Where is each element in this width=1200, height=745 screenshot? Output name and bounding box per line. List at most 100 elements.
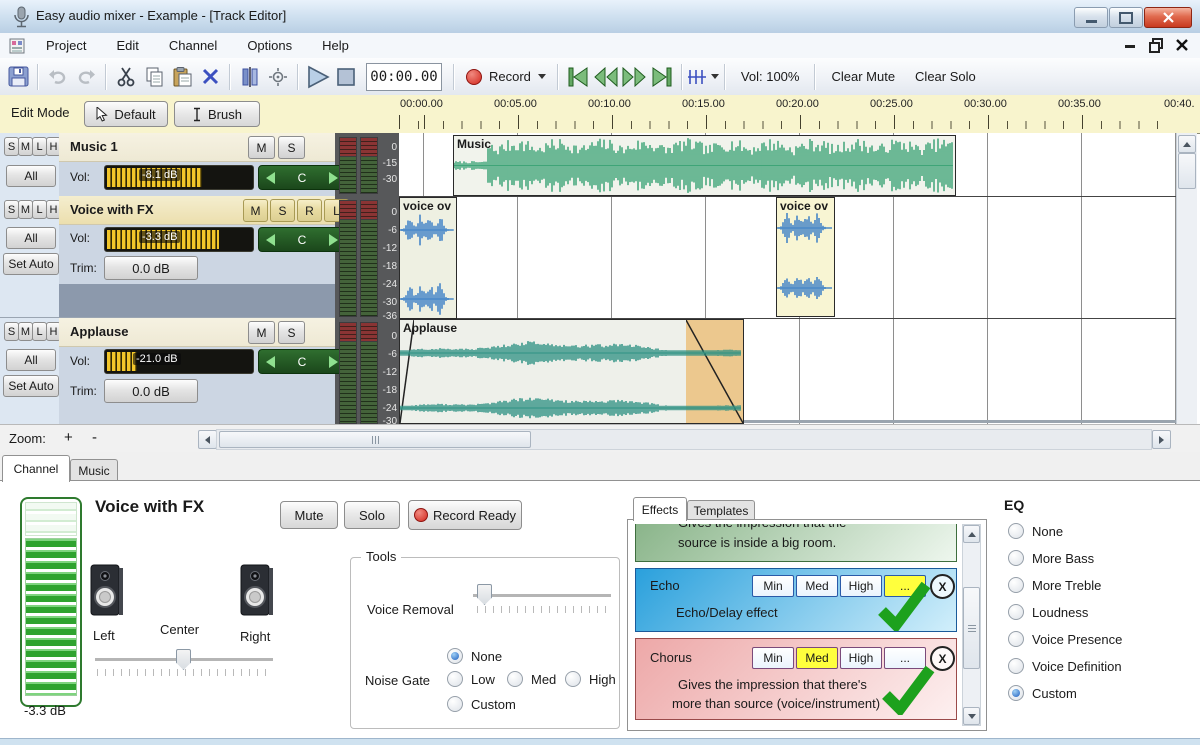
eq-option-custom[interactable]: Custom (1008, 685, 1077, 701)
noise-gate-option-high[interactable]: High (565, 671, 616, 687)
clip-music[interactable]: Music (453, 135, 956, 196)
pan-right-icon[interactable] (329, 356, 338, 368)
channel-mute-button[interactable]: Mute (280, 501, 338, 529)
noise-gate-option-low[interactable]: Low (447, 671, 495, 687)
track3-pan-center[interactable]: C (298, 355, 307, 369)
effect-item-reverb[interactable]: Gives the impression that the source is … (635, 524, 957, 562)
track2-group-l-button[interactable]: L (32, 200, 47, 219)
effects-scroll-thumb[interactable] (963, 587, 980, 669)
hscroll-left-button[interactable] (198, 430, 217, 449)
track1-all-button[interactable]: All (6, 165, 56, 187)
effect-level-min-button[interactable]: Min (752, 575, 794, 597)
clip-voice-2[interactable]: voice ov (776, 197, 835, 317)
track2-trim-button[interactable]: 0.0 dB (104, 256, 198, 280)
track3-mute-button[interactable]: M (248, 321, 275, 344)
noise-gate-option-none[interactable]: None (447, 648, 502, 664)
track2-volume-slider[interactable]: -3.3 dB (104, 227, 254, 252)
track-vertical-scrollbar[interactable] (1176, 133, 1197, 452)
track2-pan-center[interactable]: C (298, 233, 307, 247)
effect-item-echo[interactable]: Echo Min Med High ... X Echo/Delay effec… (635, 568, 957, 632)
effect-level-high-button[interactable]: High (840, 647, 882, 669)
split-clip-button[interactable] (236, 63, 264, 91)
track2-all-button[interactable]: All (6, 227, 56, 249)
track3-all-button[interactable]: All (6, 349, 56, 371)
save-button[interactable] (4, 63, 32, 91)
track2-mute-button[interactable]: M (243, 199, 268, 222)
voice-removal-slider[interactable] (473, 594, 611, 598)
minimize-button[interactable] (1074, 7, 1108, 28)
clip-applause[interactable]: Applause (399, 319, 744, 424)
menu-edit[interactable]: Edit (101, 33, 153, 58)
channel-pan-thumb[interactable] (176, 649, 191, 670)
noise-gate-option-custom[interactable]: Custom (447, 696, 516, 712)
track1-pan-center[interactable]: C (298, 171, 307, 185)
pan-left-icon[interactable] (266, 234, 275, 246)
track1-group-l-button[interactable]: L (32, 137, 47, 156)
locate-button[interactable] (264, 63, 292, 91)
zoom-in-button[interactable]: + (64, 429, 73, 446)
ruler-major-ticks[interactable] (399, 115, 1176, 129)
tab-templates[interactable]: Templates (687, 500, 755, 521)
pan-right-icon[interactable] (329, 234, 338, 246)
voice-removal-thumb[interactable] (477, 584, 492, 605)
effect-level-med-button[interactable]: Med (796, 575, 838, 597)
tab-channel[interactable]: Channel (2, 455, 70, 482)
zoom-out-button[interactable]: - (92, 429, 97, 446)
hscroll-right-button[interactable] (1152, 430, 1171, 449)
track3-volume-slider[interactable]: -21.0 dB (104, 349, 254, 374)
clip-voice-1[interactable]: voice ov (399, 197, 457, 319)
mdi-restore-icon[interactable] (1149, 42, 1160, 53)
rewind-button[interactable] (592, 63, 620, 91)
scroll-up-button[interactable] (1178, 135, 1196, 153)
menu-options[interactable]: Options (232, 33, 307, 58)
redo-button[interactable] (72, 63, 100, 91)
undo-button[interactable] (44, 63, 72, 91)
forward-button[interactable] (620, 63, 648, 91)
track3-solo-button[interactable]: S (278, 321, 305, 344)
hscroll-track[interactable] (216, 429, 1152, 450)
track3-group-m-button[interactable]: M (18, 322, 33, 341)
paste-button[interactable] (168, 63, 196, 91)
close-button[interactable] (1144, 7, 1192, 28)
track3-group-l-button[interactable]: L (32, 322, 47, 341)
track3-pan-control[interactable]: C (258, 349, 346, 374)
noise-gate-option-med[interactable]: Med (507, 671, 556, 687)
track3-group-s-button[interactable]: S (4, 322, 19, 341)
pan-right-icon[interactable] (329, 172, 338, 184)
record-button[interactable]: Record (460, 63, 552, 91)
effect-remove-button[interactable]: X (930, 574, 955, 599)
track1-volume-slider[interactable]: -8.1 dB (104, 165, 254, 190)
eq-option-none[interactable]: None (1008, 523, 1063, 539)
edit-mode-default-button[interactable]: Default (84, 101, 168, 127)
track2-pan-control[interactable]: C (258, 227, 346, 252)
pan-left-icon[interactable] (266, 356, 275, 368)
play-button[interactable] (304, 63, 332, 91)
track1-pan-control[interactable]: C (258, 165, 346, 190)
track2-set-auto-button[interactable]: Set Auto (3, 253, 59, 275)
eq-option-more-treble[interactable]: More Treble (1008, 577, 1101, 593)
effects-scrollbar[interactable] (962, 524, 981, 726)
clear-mute-button[interactable]: Clear Mute (821, 69, 905, 84)
mdi-minimize-icon[interactable] (1125, 45, 1135, 48)
track2-solo-button[interactable]: S (270, 199, 295, 222)
eq-option-voice-definition[interactable]: Voice Definition (1008, 658, 1122, 674)
channel-record-ready-button[interactable]: Record Ready (408, 500, 522, 530)
track2-record-arm-button[interactable]: R (297, 199, 322, 222)
cut-button[interactable] (112, 63, 140, 91)
delete-button[interactable] (196, 63, 224, 91)
track3-set-auto-button[interactable]: Set Auto (3, 375, 59, 397)
snap-grid-button[interactable] (688, 63, 719, 91)
effect-item-chorus[interactable]: Chorus Min Med High ... X Gives the impr… (635, 638, 957, 720)
clear-solo-button[interactable]: Clear Solo (905, 69, 986, 84)
stop-button[interactable] (332, 63, 360, 91)
master-volume-label[interactable]: Vol: 100% (731, 69, 810, 84)
eq-option-loudness[interactable]: Loudness (1008, 604, 1088, 620)
edit-mode-brush-button[interactable]: Brush (174, 101, 260, 127)
eq-option-voice-presence[interactable]: Voice Presence (1008, 631, 1122, 647)
tab-music[interactable]: Music (70, 459, 118, 482)
track1-group-s-button[interactable]: S (4, 137, 19, 156)
channel-solo-button[interactable]: Solo (344, 501, 400, 529)
track2-group-m-button[interactable]: M (18, 200, 33, 219)
menu-project[interactable]: Project (31, 33, 101, 58)
tab-effects[interactable]: Effects (633, 497, 687, 521)
